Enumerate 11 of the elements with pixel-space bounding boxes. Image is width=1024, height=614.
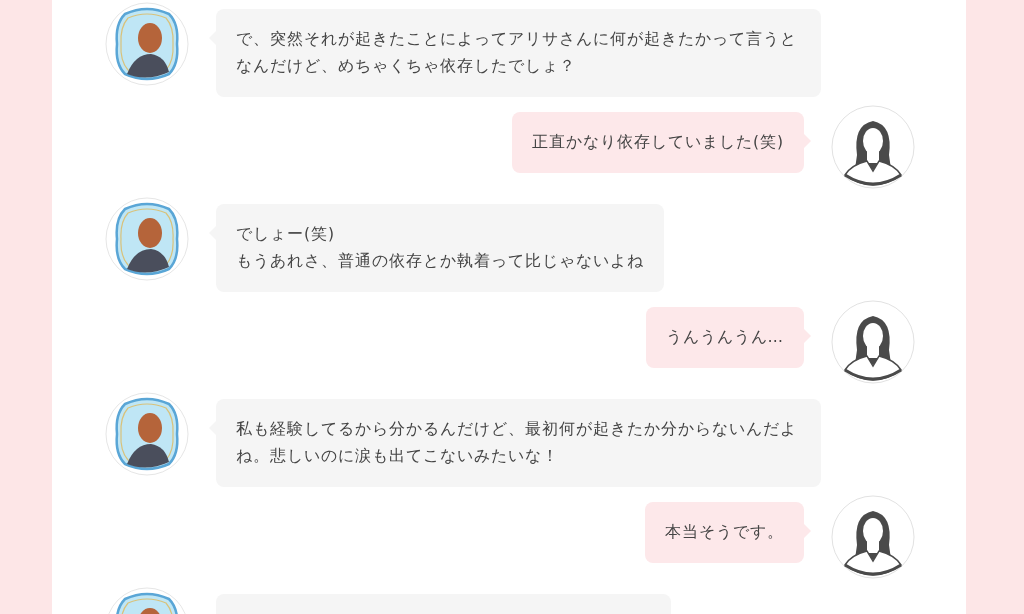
chat-bubble: 本当そうです。 <box>645 502 804 563</box>
chat-bubble: で、突然それが起きたことによってアリサさんに何が起きたかって言うとなんだけど、めちゃくちゃ依存したでしょ？ <box>216 9 821 97</box>
avatar-icon <box>831 495 915 579</box>
avatar-icon <box>105 392 189 476</box>
avatar-icon <box>831 105 915 189</box>
chat-bubble: うんうんうん… <box>645 307 804 368</box>
chat-bubble: 私も経験してるから分かるんだけど、最初何が起きたか分からないんだよね。悲しいのに涙も出てこないみたいな！ <box>216 399 821 487</box>
avatar-icon <box>105 197 189 281</box>
avatar-icon <box>831 300 915 384</box>
chat-bubble: 正直かなり依存していました(笑) <box>511 112 804 173</box>
chat-bubble: でしょー(笑) もうあれさ、普通の依存とか執着って比じゃないよね <box>216 204 664 292</box>
